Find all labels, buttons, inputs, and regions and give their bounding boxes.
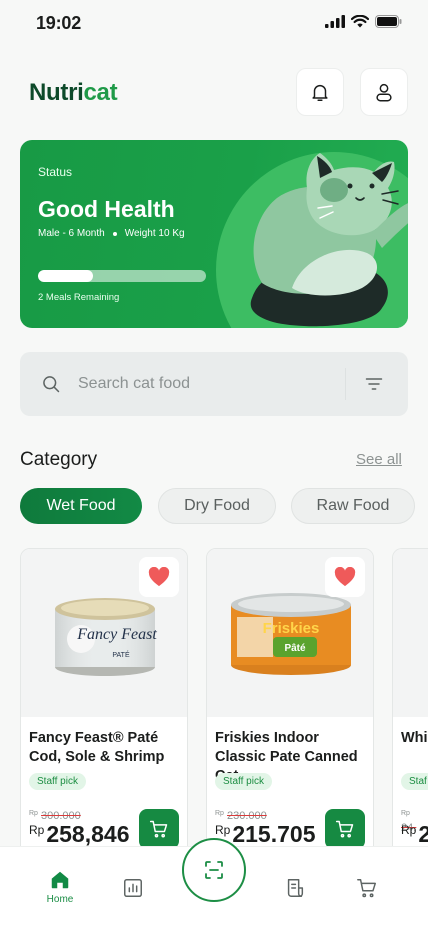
pet-meta: Male - 6 Month Weight 10 Kg [38, 228, 185, 239]
pet-weight: Weight 10 Kg [124, 228, 185, 239]
chip-dry-food[interactable]: Dry Food [158, 488, 276, 524]
category-title: Category [20, 449, 98, 470]
can-brand-text: Fancy Feast [76, 626, 157, 643]
nav-orders[interactable] [275, 877, 315, 917]
can-variant-text: PATÉ [112, 650, 130, 659]
meals-progress-fill [38, 270, 94, 282]
app-header: Nutricat [20, 68, 408, 116]
add-to-cart-button[interactable] [139, 809, 179, 849]
heart-icon [148, 567, 170, 587]
health-title: Good Health [38, 196, 175, 222]
old-price-currency: Rp [401, 810, 410, 817]
price-value: 258,846 [46, 821, 130, 847]
can-variant-text: Pâté [284, 643, 306, 654]
user-icon [376, 83, 392, 102]
search-input[interactable] [78, 368, 338, 400]
filter-icon[interactable] [364, 374, 384, 394]
product-card[interactable]: Friskies Pâté Friskies Indoor Classic Pa… [206, 548, 374, 878]
stats-icon [124, 879, 142, 897]
meals-progress-bar [38, 270, 206, 282]
notifications-button[interactable] [296, 68, 344, 116]
price-value: 215.705 [232, 821, 316, 847]
old-price-currency: Rp [29, 810, 38, 817]
nav-stats[interactable] [113, 877, 153, 917]
cellular-signal-icon [325, 15, 345, 28]
search-icon [43, 376, 60, 393]
battery-icon [375, 15, 402, 28]
nav-cart[interactable] [347, 877, 387, 917]
price-currency: Rp [215, 823, 231, 837]
see-all-link[interactable]: See all [356, 451, 402, 468]
search-divider [345, 368, 346, 400]
meals-remaining-text: 2 Meals Remaining [38, 292, 120, 303]
staff-pick-badge: Staf [401, 773, 428, 790]
category-chips: Wet Food Dry Food Raw Food [20, 488, 428, 524]
product-image-area [393, 549, 428, 717]
cart-icon [149, 820, 168, 838]
product-name: Fancy Feast® Paté Cod, Sole & Shrimp [29, 730, 165, 765]
app-logo: Nutricat [29, 79, 118, 107]
price-currency: Rp [401, 823, 417, 837]
cat-illustration [250, 153, 408, 327]
chip-raw-food[interactable]: Raw Food [291, 488, 415, 524]
cart-icon [357, 879, 376, 898]
scan-icon [205, 861, 223, 879]
favorite-button[interactable] [325, 557, 365, 597]
price-currency: Rp [29, 823, 45, 837]
logo-text-cat: cat [83, 79, 118, 106]
current-price: Rp 2 [401, 821, 428, 848]
scan-button[interactable] [182, 838, 246, 902]
nav-home-label: Home [46, 894, 74, 905]
chip-wet-food[interactable]: Wet Food [20, 488, 142, 524]
document-icon [287, 879, 304, 897]
staff-pick-badge: Staff pick [215, 773, 272, 790]
profile-button[interactable] [360, 68, 408, 116]
favorite-button[interactable] [139, 557, 179, 597]
cart-icon [335, 820, 354, 838]
status-label: Status [38, 165, 73, 179]
wifi-icon [351, 15, 369, 28]
status-time: 19:02 [36, 13, 82, 33]
product-card[interactable]: Fancy Feast PATÉ Fancy Feast® Paté Cod, … [20, 548, 188, 878]
pet-gender-age: Male - 6 Month [38, 228, 105, 239]
status-bar: 19:02 [0, 0, 428, 48]
logo-text-nutri: Nutri [29, 79, 84, 106]
health-status-card[interactable]: Status Good Health Male - 6 Month Weight… [20, 140, 408, 328]
staff-pick-badge: Staff pick [29, 773, 86, 790]
add-to-cart-button[interactable] [325, 809, 365, 849]
status-icons [325, 15, 402, 28]
can-brand-text: Friskies [263, 620, 320, 637]
old-price-currency: Rp [215, 810, 224, 817]
search-bar[interactable] [20, 352, 408, 416]
product-name: Whis Grille [401, 730, 428, 746]
bell-icon [312, 84, 328, 101]
nav-home[interactable]: Home [40, 869, 80, 909]
meta-separator-dot [112, 231, 117, 236]
home-icon [51, 871, 69, 889]
heart-icon [334, 567, 356, 587]
product-card[interactable]: Whis Grille Staf Rp 24. Rp 2 [392, 548, 428, 878]
current-price: Rp 258,846 [29, 821, 129, 848]
price-value: 2 [418, 821, 428, 848]
